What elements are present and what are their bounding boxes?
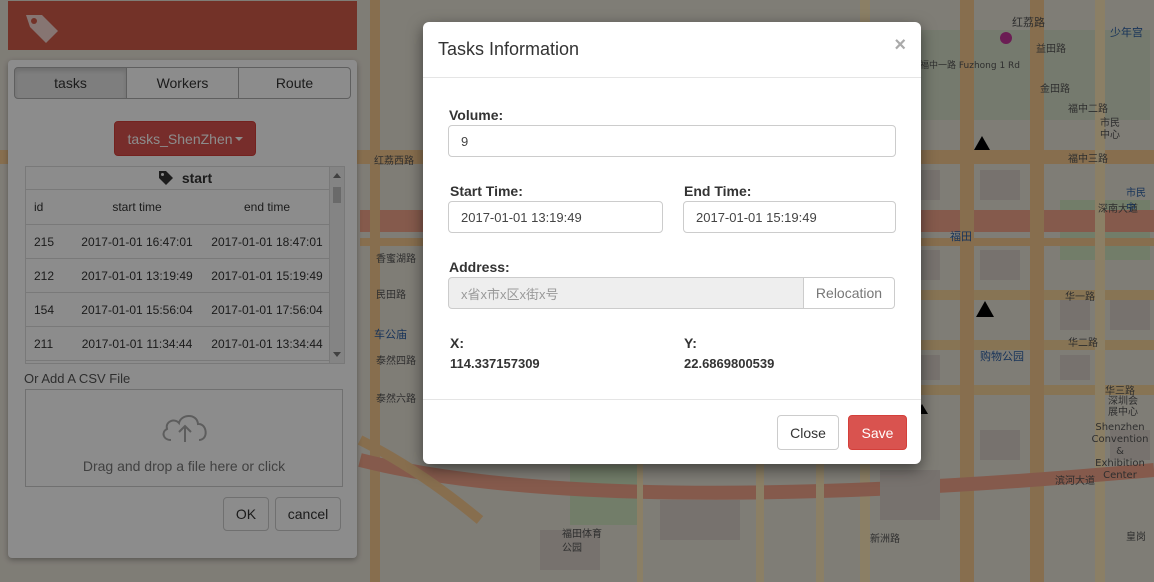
end-time-input[interactable]: 2017-01-01 15:19:49 [683,201,896,233]
close-button[interactable]: Close [777,415,839,450]
y-label: Y: [684,335,697,351]
x-label: X: [450,335,464,351]
modal-header: Tasks Information × [423,22,921,78]
close-icon[interactable]: × [894,34,906,57]
volume-input[interactable]: 9 [448,125,896,157]
address-input[interactable]: x省x市x区x街x号 [448,277,804,309]
end-time-label: End Time: [684,183,752,199]
start-time-label: Start Time: [450,183,523,199]
address-label: Address: [449,259,510,275]
save-button[interactable]: Save [848,415,907,450]
relocation-button[interactable]: Relocation [803,277,895,309]
volume-label: Volume: [449,107,504,123]
x-value: 114.337157309 [450,356,540,371]
y-value: 22.6869800539 [684,356,775,371]
modal-footer: Close Save [423,399,921,465]
tasks-information-modal: Tasks Information × Volume: 9 Start Time… [423,22,921,464]
start-time-input[interactable]: 2017-01-01 13:19:49 [448,201,663,233]
modal-title: Tasks Information [438,39,580,59]
